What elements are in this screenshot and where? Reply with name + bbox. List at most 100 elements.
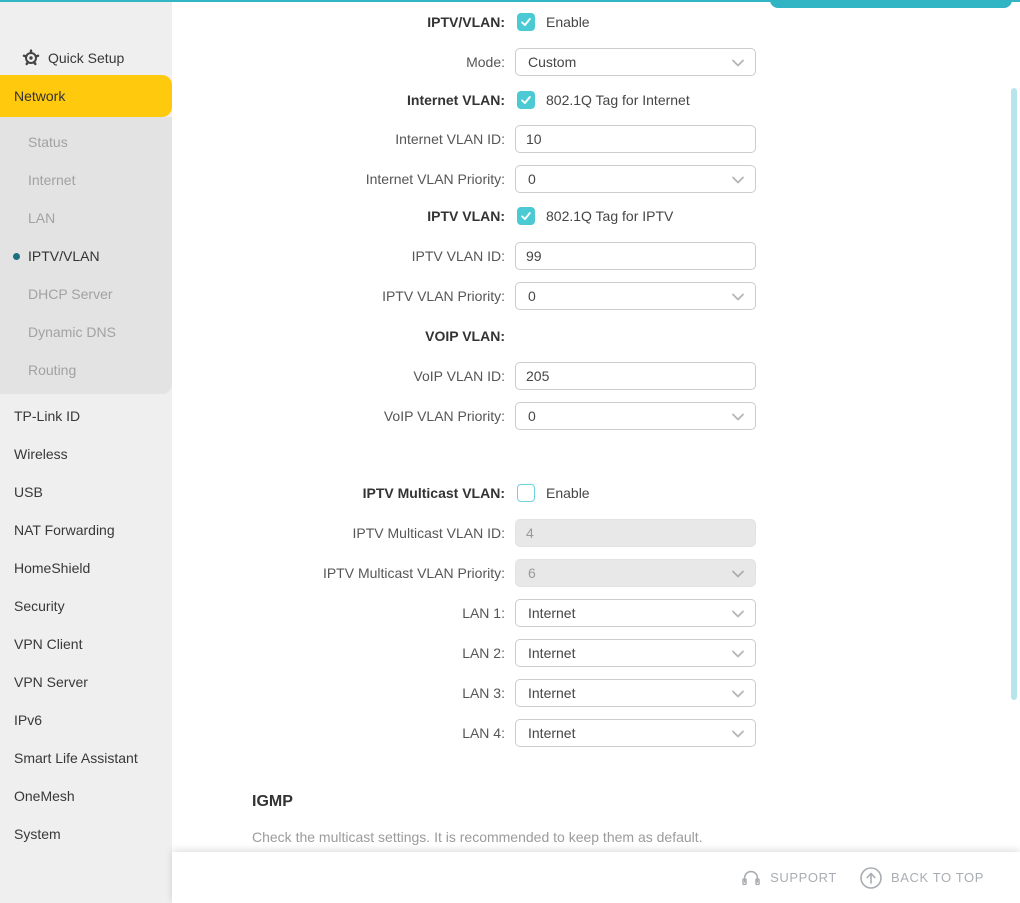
internet-vlan-priority-row: Internet VLAN Priority: 0	[172, 165, 812, 193]
selected-value: 0	[528, 288, 536, 304]
voip-vlan-priority-select[interactable]: 0	[515, 402, 756, 430]
support-button[interactable]: SUPPORT	[740, 867, 837, 889]
sidebar-item-onemesh[interactable]: OneMesh	[0, 777, 172, 815]
selected-value: 0	[528, 408, 536, 424]
lan4-select[interactable]: Internet	[515, 719, 756, 747]
selected-value: Internet	[528, 725, 575, 741]
lan1-row: LAN 1: Internet	[172, 599, 812, 627]
iptv-vlan-priority-row: IPTV VLAN Priority: 0	[172, 282, 812, 310]
active-bullet-icon	[13, 253, 20, 260]
field-label: Mode:	[172, 54, 505, 70]
field-label: LAN 1:	[172, 605, 505, 621]
chevron-down-icon	[729, 408, 747, 426]
sidebar-item-nat-forwarding[interactable]: NAT Forwarding	[0, 511, 172, 549]
sidebar-item-system[interactable]: System	[0, 815, 172, 853]
sidebar-item-security[interactable]: Security	[0, 587, 172, 625]
mode-select[interactable]: Custom	[515, 48, 756, 76]
internet-vlan-priority-select[interactable]: 0	[515, 165, 756, 193]
voip-vlan-id-input[interactable]	[515, 362, 756, 390]
submenu-label: Routing	[28, 362, 76, 378]
support-label: SUPPORT	[770, 870, 837, 885]
sidebar-item-tplink-id[interactable]: TP-Link ID	[0, 397, 172, 435]
field-label: IPTV Multicast VLAN ID:	[172, 525, 505, 541]
sidebar-item-ipv6[interactable]: IPv6	[0, 701, 172, 739]
sidebar-item-network[interactable]: Network	[0, 75, 172, 117]
chevron-down-icon	[729, 605, 747, 623]
field-label: IPTV Multicast VLAN Priority:	[172, 565, 505, 581]
mode-row: Mode: Custom	[172, 48, 812, 76]
field-label: LAN 3:	[172, 685, 505, 701]
field-label: VOIP VLAN:	[172, 328, 505, 344]
sidebar-item-quick-setup[interactable]: Quick Setup	[0, 44, 172, 72]
internet-vlan-id-row: Internet VLAN ID:	[172, 125, 812, 153]
network-submenu: Status Internet LAN IPTV/VLAN DHCP Serve…	[0, 117, 172, 394]
sidebar-item-smart-life-assistant[interactable]: Smart Life Assistant	[0, 739, 172, 777]
quick-setup-label: Quick Setup	[48, 50, 124, 66]
chevron-down-icon	[729, 685, 747, 703]
internet-vlan-tag-checkbox[interactable]	[517, 91, 535, 109]
sidebar-item-usb[interactable]: USB	[0, 473, 172, 511]
scrollbar-thumb[interactable]	[1011, 88, 1017, 700]
submenu-label: DHCP Server	[28, 286, 113, 302]
lan2-select[interactable]: Internet	[515, 639, 756, 667]
sidebar: Quick Setup Network Status Internet LAN …	[0, 2, 172, 903]
internet-vlan-id-input[interactable]	[515, 125, 756, 153]
selected-value: Internet	[528, 645, 575, 661]
iptv-multicast-vlan-id-row: IPTV Multicast VLAN ID:	[172, 519, 812, 547]
checkbox-label: Enable	[546, 485, 590, 501]
arrow-up-circle-icon	[859, 866, 883, 890]
submenu-label: LAN	[28, 210, 55, 226]
iptv-multicast-vlan-priority-select: 6	[515, 559, 756, 587]
sidebar-item-dhcp-server[interactable]: DHCP Server	[0, 275, 172, 313]
sidebar-item-homeshield[interactable]: HomeShield	[0, 549, 172, 587]
back-to-top-button[interactable]: BACK TO TOP	[859, 866, 984, 890]
voip-vlan-priority-row: VoIP VLAN Priority: 0	[172, 402, 812, 430]
selected-value: 0	[528, 171, 536, 187]
sidebar-item-dynamic-dns[interactable]: Dynamic DNS	[0, 313, 172, 351]
sidebar-main-menu: TP-Link ID Wireless USB NAT Forwarding H…	[0, 397, 172, 853]
iptv-multicast-vlan-enable-checkbox[interactable]	[517, 484, 535, 502]
checkbox-label: 802.1Q Tag for Internet	[546, 92, 690, 108]
sidebar-item-iptv-vlan[interactable]: IPTV/VLAN	[0, 237, 172, 275]
field-label: LAN 2:	[172, 645, 505, 661]
sidebar-item-wireless[interactable]: Wireless	[0, 435, 172, 473]
field-label: IPTV Multicast VLAN:	[172, 485, 505, 501]
iptv-multicast-vlan-row: IPTV Multicast VLAN: Enable	[172, 479, 812, 507]
check-icon	[520, 210, 532, 222]
headset-icon	[740, 867, 762, 889]
sidebar-item-lan[interactable]: LAN	[0, 199, 172, 237]
chevron-down-icon	[729, 171, 747, 189]
field-label: VoIP VLAN Priority:	[172, 408, 505, 424]
submenu-label: IPTV/VLAN	[28, 248, 100, 264]
field-label: Internet VLAN ID:	[172, 131, 505, 147]
sidebar-item-routing[interactable]: Routing	[0, 351, 172, 389]
iptv-vlan-priority-select[interactable]: 0	[515, 282, 756, 310]
field-label: VoIP VLAN ID:	[172, 368, 505, 384]
lan3-select[interactable]: Internet	[515, 679, 756, 707]
selected-value: 6	[528, 565, 536, 581]
sidebar-item-internet[interactable]: Internet	[0, 161, 172, 199]
lan2-row: LAN 2: Internet	[172, 639, 812, 667]
field-label: Internet VLAN:	[172, 92, 505, 108]
iptv-vlan-tag-checkbox[interactable]	[517, 207, 535, 225]
sidebar-item-status[interactable]: Status	[0, 123, 172, 161]
checkbox-label: 802.1Q Tag for IPTV	[546, 208, 673, 224]
iptv-vlan-id-input[interactable]	[515, 242, 756, 270]
igmp-section-title: IGMP	[252, 793, 293, 811]
iptv-vlan-enable-row: IPTV/VLAN: Enable	[172, 8, 812, 36]
footer-bar: SUPPORT BACK TO TOP	[172, 852, 1020, 903]
network-label: Network	[14, 88, 65, 104]
iptv-vlan-id-row: IPTV VLAN ID:	[172, 242, 812, 270]
submenu-label: Internet	[28, 172, 75, 188]
sidebar-item-vpn-client[interactable]: VPN Client	[0, 625, 172, 663]
iptv-multicast-vlan-priority-row: IPTV Multicast VLAN Priority: 6	[172, 559, 812, 587]
field-label: Internet VLAN Priority:	[172, 171, 505, 187]
lan1-select[interactable]: Internet	[515, 599, 756, 627]
gear-icon	[22, 49, 40, 67]
field-label: IPTV VLAN:	[172, 208, 505, 224]
iptv-vlan-enable-checkbox[interactable]	[517, 13, 535, 31]
internet-vlan-row: Internet VLAN: 802.1Q Tag for Internet	[172, 86, 812, 114]
sidebar-item-vpn-server[interactable]: VPN Server	[0, 663, 172, 701]
igmp-section-description: Check the multicast settings. It is reco…	[252, 829, 703, 845]
checkbox-label: Enable	[546, 14, 590, 30]
